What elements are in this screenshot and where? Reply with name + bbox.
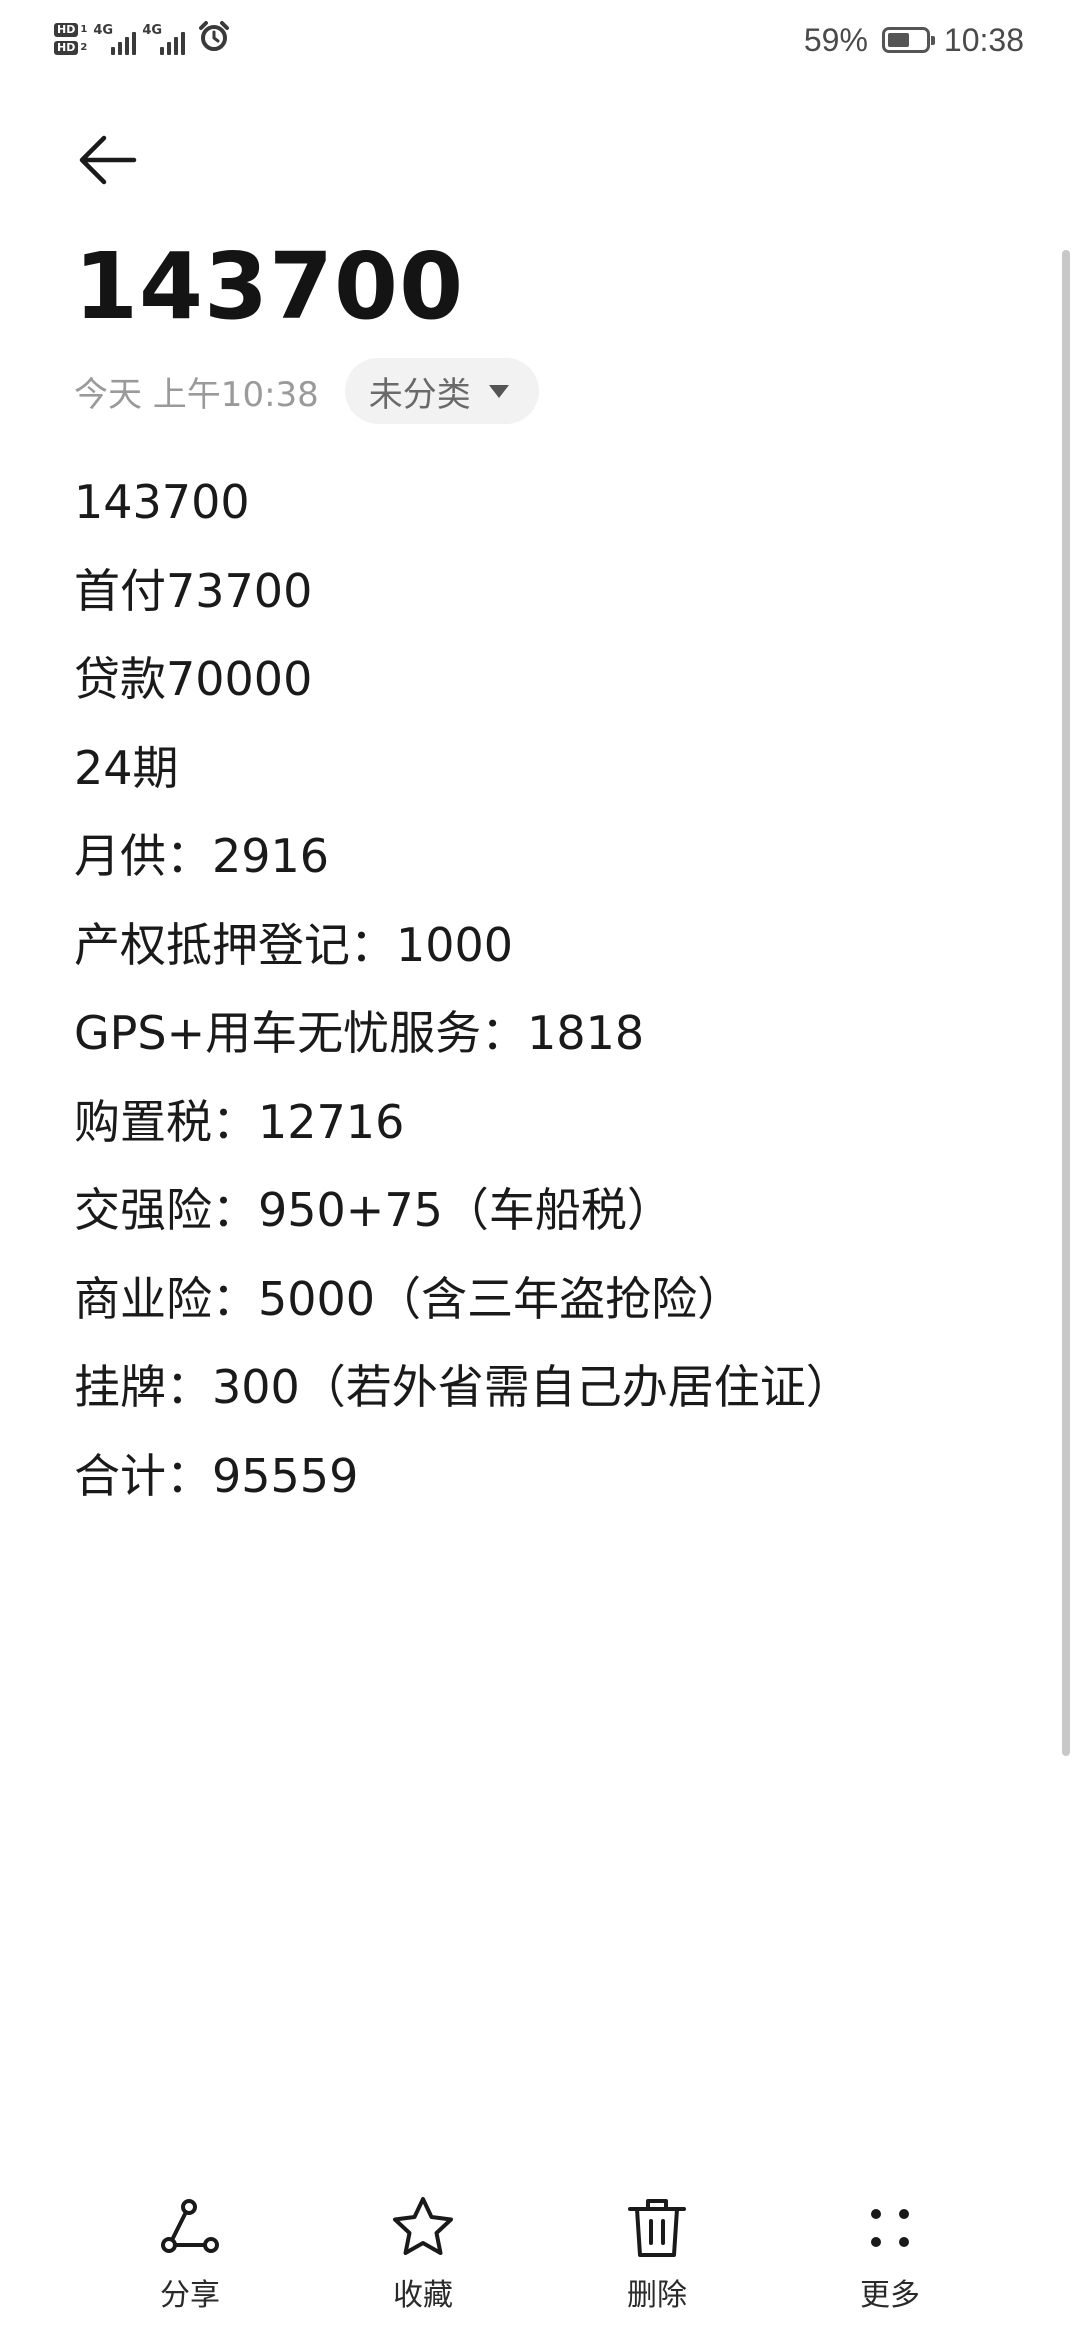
network-type-sim2: 4G [142, 23, 163, 38]
more-label: 更多 [860, 2278, 920, 2313]
favorite-button[interactable]: 收藏 [353, 2192, 493, 2314]
signal-sim1-icon: 4G [93, 23, 137, 55]
note-content[interactable]: 143700 首付73700 贷款70000 24期 月供：2916 产权抵押登… [74, 458, 1034, 1520]
favorite-label: 收藏 [393, 2278, 453, 2313]
note-line: GPS+用车无忧服务：1818 [74, 1006, 645, 1060]
hd-icon-sim1: HD 1 [54, 23, 87, 37]
share-icon [154, 2192, 226, 2264]
status-time: 10:38 [943, 21, 1024, 58]
battery-percent: 59% [803, 21, 868, 58]
note-line: 购置税：12716 [74, 1094, 405, 1149]
bottom-toolbar: 分享 收藏 删除 更多 [0, 2192, 1080, 2340]
note-line: 合计：95559 [74, 1448, 359, 1503]
note-line: 贷款70000 [74, 652, 313, 706]
note-line: 挂牌：300（若外省需自己办居住证） [74, 1360, 852, 1414]
note-line: 商业险：5000（含三年盗抢险） [74, 1271, 744, 1326]
status-icons-right: 59% 10:38 [804, 14, 1024, 66]
star-icon [387, 2192, 459, 2264]
note-line: 143700 [74, 475, 250, 529]
share-button[interactable]: 分享 [120, 2192, 260, 2314]
battery-icon [881, 27, 935, 53]
network-type-sim1: 4G [93, 23, 114, 38]
note-meta: 今天 上午10:38 未分类 [74, 356, 539, 426]
note-line: 产权抵押登记：1000 [74, 917, 514, 972]
chevron-down-icon [488, 384, 509, 398]
note-line: 首付73700 [74, 563, 313, 618]
note-date: 今天 上午10:38 [74, 374, 319, 415]
trash-icon [621, 2192, 693, 2264]
share-label: 分享 [160, 2278, 220, 2313]
more-dots-icon [854, 2192, 926, 2264]
category-dropdown[interactable]: 未分类 [344, 358, 539, 424]
hd-volte-indicators: HD 1 HD 2 [54, 23, 87, 55]
note-title[interactable]: 143700 [74, 232, 464, 342]
arrow-left-icon [79, 135, 137, 185]
more-button[interactable]: 更多 [820, 2192, 960, 2314]
scrollbar[interactable] [1062, 250, 1070, 1756]
note-line: 月供：2916 [74, 829, 330, 883]
signal-sim2-icon: 4G [142, 23, 186, 55]
note-line: 24期 [74, 740, 179, 795]
back-button[interactable] [70, 122, 146, 198]
delete-button[interactable]: 删除 [587, 2192, 727, 2314]
note-line: 交强险：950+75（车船税） [74, 1183, 673, 1237]
delete-label: 删除 [627, 2278, 687, 2313]
hd-icon-sim2: HD 2 [54, 41, 87, 55]
status-icons-left: HD 1 HD 2 4G 4G [54, 14, 231, 64]
alarm-clock-icon [197, 20, 231, 58]
status-bar: HD 1 HD 2 4G 4G 59% 10:38 [0, 0, 1080, 80]
category-label: 未分类 [368, 374, 471, 415]
